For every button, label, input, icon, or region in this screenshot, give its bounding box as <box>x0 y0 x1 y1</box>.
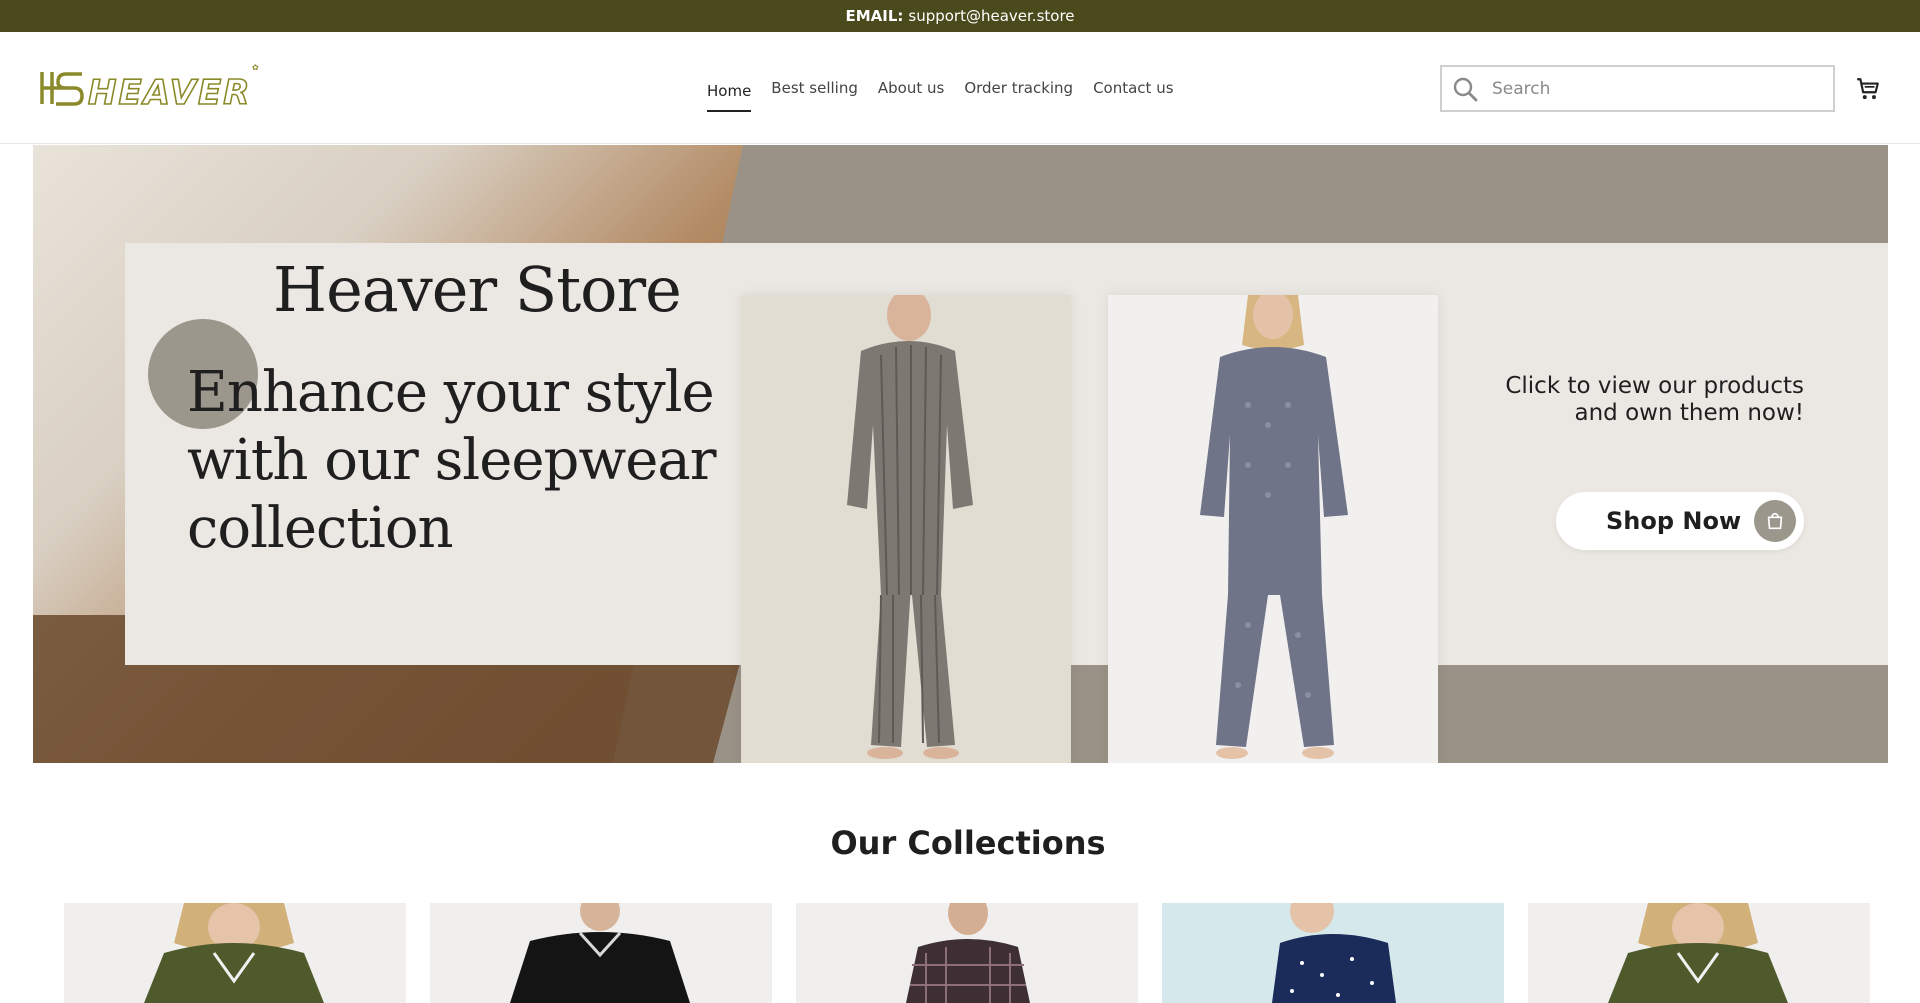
man-pajama-image <box>847 289 973 759</box>
collection-image-green-pajama <box>144 903 324 1003</box>
shopping-bag-icon <box>1754 500 1796 542</box>
site-header: HEAVER ✿ Home Best selling About us Orde… <box>0 32 1920 144</box>
collection-card-1[interactable] <box>64 903 406 1003</box>
search-box <box>1440 65 1835 112</box>
announcement-label: EMAIL: <box>845 7 904 25</box>
collection-card-5[interactable] <box>1528 903 1870 1003</box>
nav-order-tracking[interactable]: Order tracking <box>964 75 1073 101</box>
collection-image-black-sleepwear <box>510 903 690 1003</box>
nav-home[interactable]: Home <box>707 78 752 112</box>
logo-icon: HEAVER ✿ <box>40 63 259 114</box>
nav-best-selling[interactable]: Best selling <box>771 75 858 101</box>
shop-now-label: Shop Now <box>1606 507 1742 535</box>
collection-card-4[interactable] <box>1162 903 1504 1003</box>
hero-store-name: Heaver Store <box>273 253 682 326</box>
hero-photo-men-striped-pajama <box>741 289 1071 763</box>
hero-cta-text: Click to view our products and own them … <box>1505 373 1804 426</box>
nav-about-us[interactable]: About us <box>878 75 944 101</box>
collection-card-2[interactable] <box>430 903 772 1003</box>
hero-headline: Enhance your style with our sleepwear co… <box>187 360 717 561</box>
main-nav: Home Best selling About us Order trackin… <box>707 32 1174 144</box>
search-input[interactable] <box>1492 78 1812 99</box>
collection-image-navy-polka-dot <box>1272 903 1396 1003</box>
woman-pajama-image <box>1200 290 1348 759</box>
cart-icon[interactable] <box>1855 76 1881 102</box>
hero-photo-women-fleece-pajama <box>1108 290 1438 763</box>
shop-now-button[interactable]: Shop Now <box>1556 492 1804 550</box>
announcement-bar: EMAIL: support@heaver.store <box>0 0 1920 32</box>
search-icon[interactable] <box>1452 76 1478 102</box>
nav-contact-us[interactable]: Contact us <box>1093 75 1173 101</box>
svg-text:✿: ✿ <box>252 63 259 72</box>
collection-image-plaid-pajama <box>906 903 1030 1003</box>
svg-text:HEAVER: HEAVER <box>88 73 251 113</box>
collection-card-3[interactable] <box>796 903 1138 1003</box>
hero-banner[interactable]: Heaver Store Enhance your style with our… <box>33 145 1888 763</box>
collection-image-green-pajama-2 <box>1608 903 1788 1003</box>
collections-title: Our Collections <box>830 824 1106 862</box>
support-email-link[interactable]: support@heaver.store <box>908 7 1074 25</box>
collections-list <box>64 903 1874 1003</box>
store-logo[interactable]: HEAVER ✿ <box>38 60 268 116</box>
